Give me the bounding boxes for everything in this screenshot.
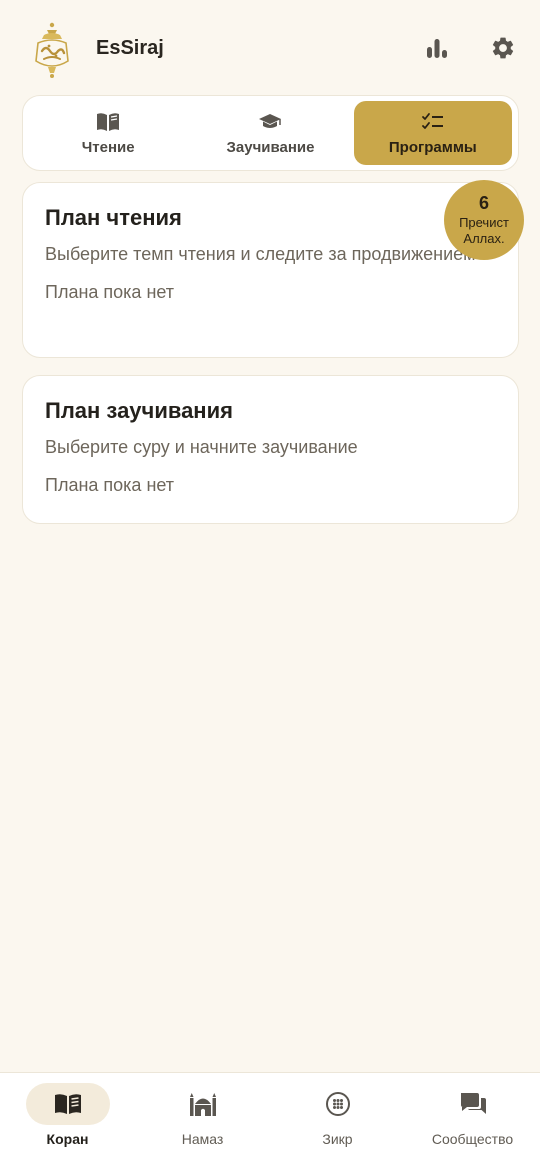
nav-community-label: Сообщество [431, 1131, 514, 1147]
tab-programs-label: Программы [388, 138, 477, 156]
mosque-icon [189, 1093, 216, 1116]
memorization-plan-title: План заучивания [45, 398, 233, 423]
app-root: EsSiraj Чтение Заучивание Программы План… [0, 0, 540, 1158]
nav-zikr[interactable]: Зикр [270, 1073, 405, 1158]
nav-zikr-label: Зикр [322, 1131, 353, 1147]
tab-reading-label: Чтение [81, 138, 135, 156]
bottom-navigation: Коран Намаз Зикр Сообщество [0, 1072, 540, 1158]
reading-plan-title: План чтения [45, 205, 182, 230]
header-actions [422, 33, 518, 63]
quran-book-icon [54, 1094, 81, 1114]
graduation-cap-icon [259, 113, 282, 128]
app-title: EsSiraj [96, 36, 164, 59]
nav-namaz-label: Намаз [181, 1131, 224, 1147]
tab-memorization[interactable]: Заучивание [191, 101, 349, 165]
nav-quran[interactable]: Коран [0, 1073, 135, 1158]
badge-count: 6 [478, 193, 489, 213]
mode-tabs: Чтение Заучивание Программы [22, 95, 519, 171]
memorization-plan-card[interactable]: План заучивания Выберите суру и начните … [22, 375, 519, 524]
tab-programs[interactable]: Программы [353, 101, 512, 165]
reading-plan-empty: Плана пока нет [45, 282, 175, 302]
essiraj-lantern-logo [35, 22, 69, 78]
chat-bubbles-icon [460, 1093, 486, 1114]
gear-icon [492, 37, 514, 59]
open-book-icon [97, 112, 120, 131]
dhikr-counter-badge[interactable]: 6 Пречист Аллах. [444, 180, 524, 260]
badge-text-line1: Пречист [459, 215, 509, 230]
memorization-plan-empty: Плана пока нет [45, 475, 175, 495]
bar-chart-icon [427, 39, 447, 58]
checklist-icon [421, 112, 443, 129]
reading-plan-description: Выберите темп чтения и следите за продви… [45, 244, 476, 264]
nav-community[interactable]: Сообщество [405, 1073, 540, 1158]
tasbih-icon [325, 1092, 350, 1116]
nav-quran-label: Коран [46, 1131, 89, 1147]
tab-memorization-label: Заучивание [226, 138, 315, 156]
memorization-plan-description: Выберите суру и начните заучивание [45, 437, 358, 457]
nav-namaz[interactable]: Намаз [135, 1073, 270, 1158]
app-header: EsSiraj [0, 0, 540, 96]
tab-reading[interactable]: Чтение [29, 101, 187, 165]
badge-text-line2: Аллах. [463, 231, 505, 246]
settings-button[interactable] [488, 33, 518, 63]
stats-button[interactable] [422, 33, 452, 63]
